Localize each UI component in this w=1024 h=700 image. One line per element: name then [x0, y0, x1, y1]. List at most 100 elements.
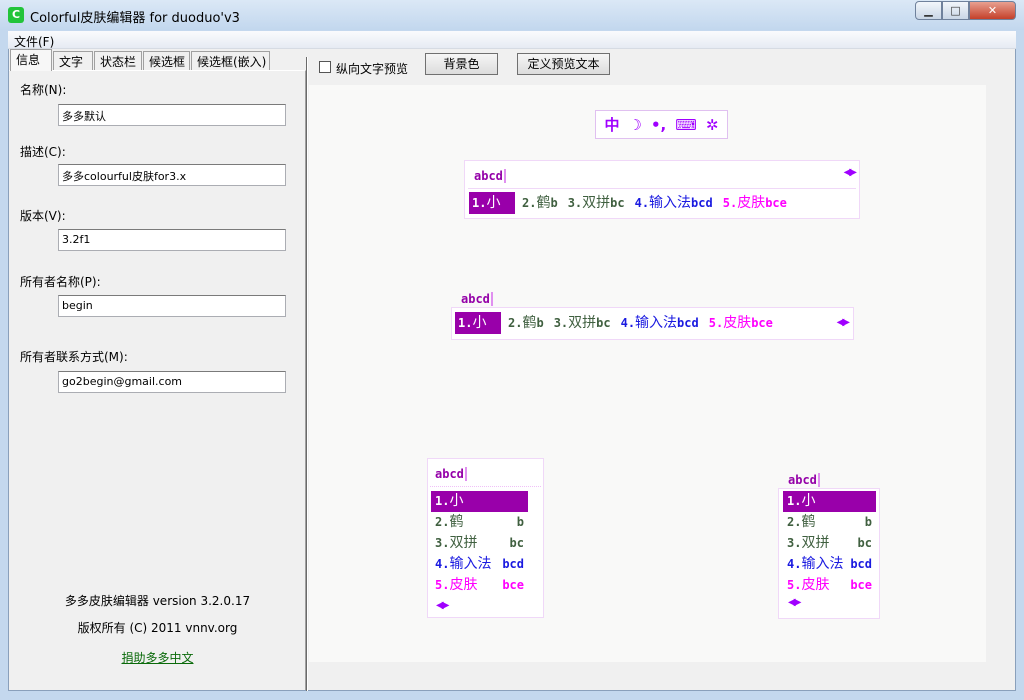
candidate-number: 2.	[522, 196, 537, 210]
candidate-code: b	[516, 515, 524, 529]
candidate-item[interactable]: 1.小	[455, 312, 501, 334]
composition-text-embedded: abcd	[461, 292, 493, 306]
close-button[interactable]: ✕	[969, 1, 1016, 20]
candidate-number: 5.	[787, 578, 802, 592]
candidate-number: 3.	[787, 536, 802, 550]
half-width-moon-icon[interactable]: ☽	[629, 116, 642, 134]
candidate-item[interactable]: 5.皮肤bce	[706, 312, 776, 334]
candidate-item[interactable]: 4.输入法bcd	[431, 554, 528, 575]
candidate-item[interactable]: 5.皮肤bce	[720, 192, 790, 214]
candidate-word: 皮肤	[723, 315, 752, 331]
donate-link[interactable]: 捐助多多中文	[121, 651, 193, 665]
candidate-code: bce	[765, 196, 787, 210]
candidate-word: 鹤	[801, 514, 816, 530]
menu-bar: 文件(F)	[8, 31, 1016, 49]
candidate-code: b	[536, 316, 544, 330]
tab-info[interactable]: 信息	[10, 49, 52, 71]
candidate-item[interactable]: 1.小	[469, 192, 515, 214]
candidate-word: 皮肤	[449, 577, 478, 593]
candidate-item[interactable]: 5.皮肤bce	[431, 575, 528, 596]
candidate-item[interactable]: 3.双拼bc	[431, 533, 528, 554]
owner-label: 所有者名称(P):	[20, 275, 101, 289]
candidate-number: 2.	[787, 515, 802, 529]
horizontal-candidate-window-embedded: 1.小 2.鹤b 3.双拼bc 4.输入法bcd 5.皮肤bce ◀▶	[451, 307, 854, 340]
candidate-number: 4.	[787, 557, 802, 571]
candidate-code: bcd	[691, 196, 713, 210]
candidate-item[interactable]: 2.鹤 b	[783, 512, 876, 533]
candidate-word: 输入法	[801, 556, 844, 572]
candidate-code: bc	[610, 196, 625, 210]
candidate-item[interactable]: 4.输入法bcd	[618, 312, 702, 334]
define-preview-text-button[interactable]: 定义预览文本	[517, 53, 610, 75]
chinese-mode-icon[interactable]: 中	[605, 114, 620, 135]
candidate-item[interactable]: 3.双拼bc	[783, 533, 876, 554]
candidate-item[interactable]: 2.鹤b	[519, 192, 561, 214]
candidate-code: bcd	[677, 316, 699, 330]
candidate-item[interactable]: 1.小	[783, 491, 876, 512]
candidate-number: 4.	[634, 196, 650, 210]
background-color-button[interactable]: 背景色	[425, 53, 498, 75]
tab-candidate-embedded[interactable]: 候选框(嵌入)	[191, 51, 270, 70]
candidate-word: 鹤	[522, 315, 537, 331]
candidate-code: b	[864, 515, 872, 529]
candidate-number: 1.	[787, 494, 802, 508]
about-version: 多多皮肤编辑器 version 3.2.0.17	[64, 594, 251, 608]
settings-gear-icon[interactable]: ✲	[706, 116, 719, 134]
tab-text[interactable]: 文字	[53, 51, 93, 70]
candidate-number: 5.	[708, 316, 724, 330]
punctuation-icon[interactable]: •,	[651, 116, 666, 134]
name-input[interactable]: 多多默认	[58, 104, 286, 126]
candidate-word: 输入法	[635, 315, 678, 331]
candidate-number: 2.	[508, 316, 523, 330]
candidate-code: bc	[509, 536, 524, 550]
page-arrows-icon[interactable]: ◀▶	[788, 597, 801, 608]
owner-input[interactable]: begin	[58, 295, 286, 317]
candidate-item[interactable]: 3.双拼bc	[565, 192, 628, 214]
candidate-number: 3.	[553, 316, 569, 330]
candidate-number: 2.	[435, 515, 450, 529]
candidate-item[interactable]: 3.双拼bc	[551, 312, 614, 334]
candidate-item[interactable]: 2.鹤 b	[431, 512, 528, 533]
contact-label: 所有者联系方式(M):	[20, 350, 128, 364]
description-label: 描述(C):	[20, 145, 66, 159]
candidate-code: bce	[751, 316, 773, 330]
composition-text: abcd	[474, 169, 506, 183]
candidate-word: 小	[801, 493, 816, 509]
candidate-number: 3.	[435, 536, 450, 550]
description-input[interactable]: 多多colourful皮肤for3.x	[58, 164, 286, 186]
version-input[interactable]: 3.2f1	[58, 229, 286, 251]
candidate-number: 4.	[435, 557, 450, 571]
keyboard-icon[interactable]: ⌨	[675, 116, 697, 134]
candidate-word: 双拼	[568, 315, 597, 331]
minimize-button[interactable]: ▁	[915, 1, 942, 20]
candidate-item[interactable]: 4.输入法 bcd	[783, 554, 876, 575]
page-arrows-icon[interactable]: ◀▶	[844, 167, 857, 178]
page-arrows-icon[interactable]: ◀▶	[837, 317, 850, 328]
candidate-word: 输入法	[449, 556, 492, 572]
candidate-word: 皮肤	[737, 195, 766, 211]
candidate-code: bc	[596, 316, 611, 330]
menu-file[interactable]: 文件(F)	[14, 33, 54, 50]
maximize-button[interactable]: □	[942, 1, 969, 20]
candidate-item[interactable]: 4.输入法bcd	[632, 192, 716, 214]
candidate-item[interactable]: 2.鹤b	[505, 312, 547, 334]
tab-statusbar[interactable]: 状态栏	[94, 51, 142, 70]
composition-text-embedded: abcd	[788, 473, 820, 487]
candidate-word: 鹤	[449, 514, 464, 530]
candidate-item[interactable]: 5.皮肤 bce	[783, 575, 876, 596]
contact-input[interactable]: go2begin@gmail.com	[58, 371, 286, 393]
page-arrows-icon[interactable]: ◀▶	[436, 600, 449, 611]
tab-candidate[interactable]: 候选框	[143, 51, 190, 70]
vertical-preview-checkbox[interactable]	[319, 61, 331, 73]
app-icon: C	[8, 7, 24, 23]
splitter[interactable]	[306, 57, 308, 691]
vertical-preview-label[interactable]: 纵向文字预览	[336, 60, 408, 77]
candidate-code: bce	[850, 578, 872, 592]
candidate-word: 皮肤	[801, 577, 830, 593]
candidate-word: 鹤	[536, 195, 551, 211]
candidate-code: bcd	[850, 557, 872, 571]
candidate-word: 小	[449, 493, 464, 509]
composition-text: abcd	[435, 467, 467, 481]
candidate-item[interactable]: 1.小	[431, 491, 528, 512]
candidate-code: bc	[857, 536, 872, 550]
